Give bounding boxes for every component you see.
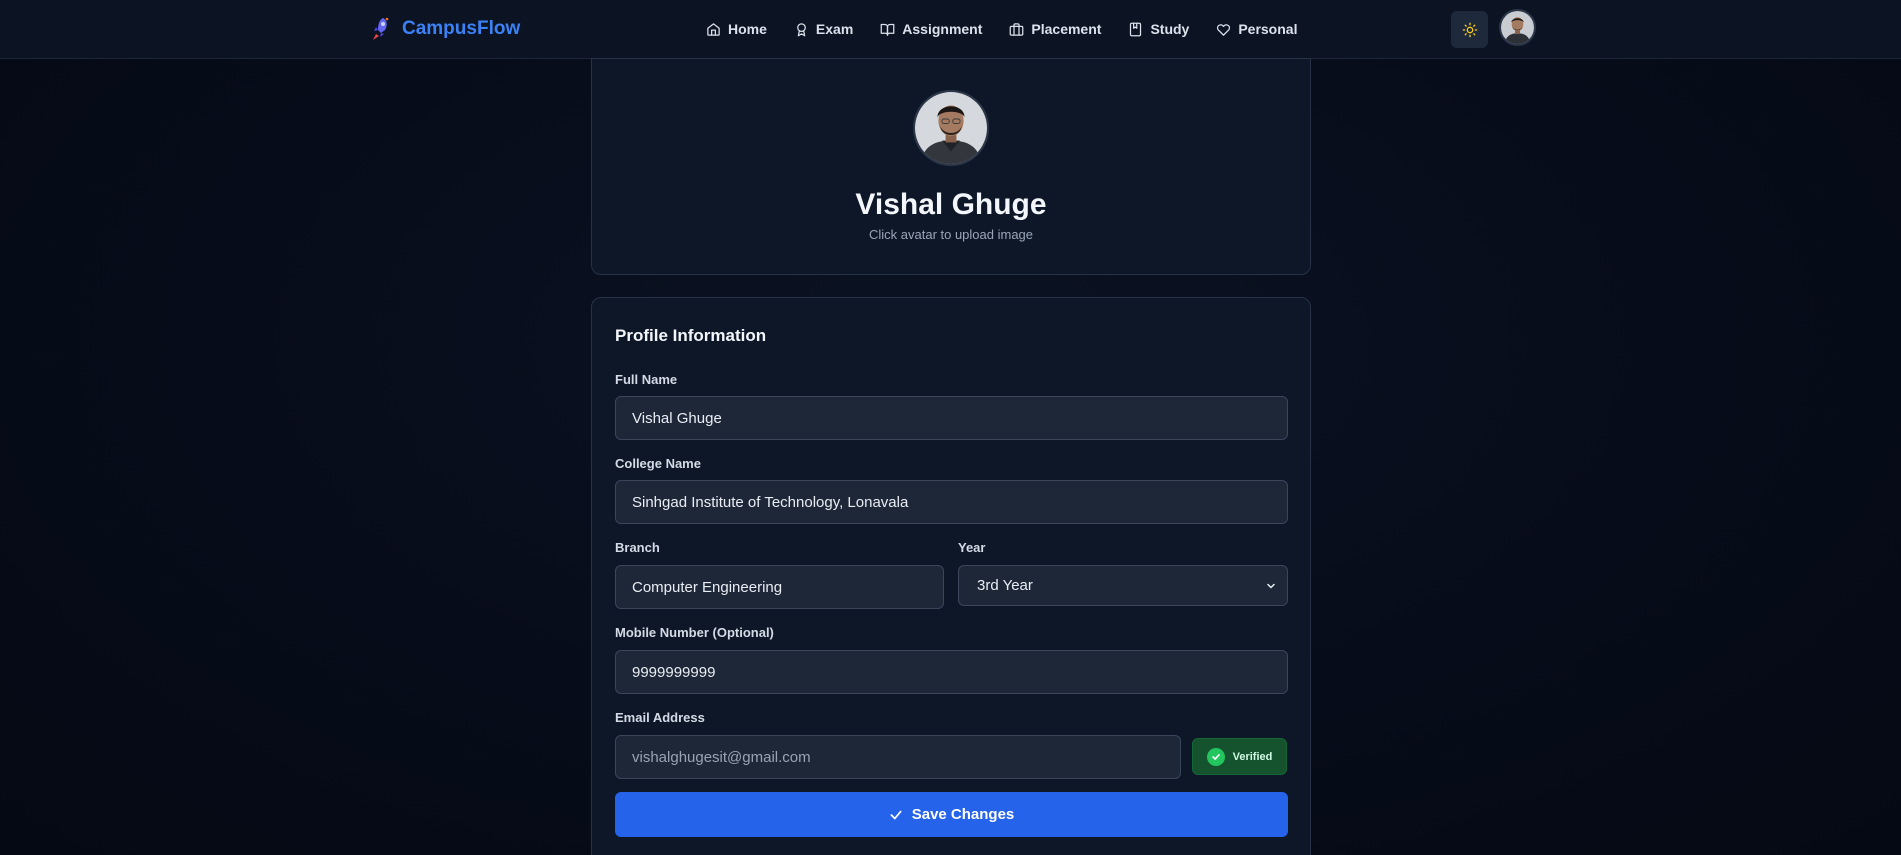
home-icon bbox=[707, 22, 720, 36]
check-icon bbox=[890, 810, 902, 819]
heart-icon bbox=[1217, 23, 1231, 36]
profile-information-card: Profile Information Full Name Vishal Ghu… bbox=[591, 297, 1311, 855]
year-value: 3rd Year bbox=[977, 577, 1033, 594]
brand-logo[interactable]: CampusFlow bbox=[370, 15, 520, 43]
profile-card: Vishal Ghuge Click avatar to upload imag… bbox=[591, 58, 1311, 275]
nav-item-label: Placement bbox=[1031, 21, 1102, 37]
nav-item-study[interactable]: Study bbox=[1128, 21, 1189, 37]
nav-item-personal[interactable]: Personal bbox=[1216, 21, 1297, 37]
mobile-label: Mobile Number (Optional) bbox=[615, 625, 774, 640]
full-name-value: Vishal Ghuge bbox=[632, 409, 722, 427]
college-name-label: College Name bbox=[615, 456, 701, 471]
nav-item-label: Assignment bbox=[902, 21, 983, 37]
book-open-icon bbox=[880, 23, 895, 36]
branch-value: Computer Engineering bbox=[632, 578, 783, 596]
verified-label: Verified bbox=[1232, 750, 1273, 763]
college-name-input[interactable]: Sinhgad Institute of Technology, Lonaval… bbox=[615, 480, 1288, 524]
user-avatar[interactable] bbox=[1499, 9, 1536, 46]
chevron-down-icon bbox=[1267, 583, 1275, 588]
full-name-input[interactable]: Vishal Ghuge bbox=[615, 396, 1288, 440]
save-changes-button[interactable]: Save Changes bbox=[615, 792, 1288, 837]
upload-hint: Click avatar to upload image bbox=[868, 227, 1034, 242]
mobile-value: 9999999999 bbox=[632, 663, 716, 681]
nav-item-label: Personal bbox=[1238, 21, 1298, 37]
top-navbar: CampusFlow Home Exam Assignment Placemen… bbox=[0, 0, 1901, 59]
branch-label: Branch bbox=[615, 540, 660, 555]
section-title: Profile Information bbox=[615, 326, 767, 345]
year-label: Year bbox=[958, 540, 986, 555]
notebook-icon bbox=[1130, 22, 1142, 36]
nav-item-home[interactable]: Home bbox=[706, 21, 767, 37]
email-label: Email Address bbox=[615, 710, 705, 725]
rocket-icon bbox=[373, 17, 389, 40]
email-value: vishalghugesit@gmail.com bbox=[632, 748, 811, 766]
nav-item-assignment[interactable]: Assignment bbox=[880, 21, 982, 37]
award-icon bbox=[797, 22, 806, 36]
year-select[interactable]: 3rd Year bbox=[958, 565, 1288, 606]
verified-badge: Verified bbox=[1192, 738, 1287, 775]
branch-input[interactable]: Computer Engineering bbox=[615, 565, 944, 609]
nav-item-label: Study bbox=[1150, 21, 1190, 37]
save-button-label: Save Changes bbox=[911, 806, 1015, 823]
nav-item-exam[interactable]: Exam bbox=[794, 21, 853, 37]
nav-item-label: Exam bbox=[815, 21, 854, 37]
avatar-image bbox=[1501, 11, 1534, 44]
briefcase-icon bbox=[1010, 22, 1024, 36]
sun-icon bbox=[1462, 22, 1477, 37]
profile-avatar-upload[interactable] bbox=[913, 90, 989, 166]
theme-toggle-button[interactable] bbox=[1451, 11, 1488, 48]
full-name-label: Full Name bbox=[615, 372, 678, 387]
brand-name: CampusFlow bbox=[402, 18, 521, 39]
nav-item-placement[interactable]: Placement bbox=[1009, 21, 1101, 37]
check-circle-icon bbox=[1206, 747, 1225, 766]
mobile-input[interactable]: 9999999999 bbox=[615, 650, 1288, 694]
nav-item-label: Home bbox=[728, 21, 767, 37]
main-nav: Home Exam Assignment Placement Study Per… bbox=[706, 18, 1297, 40]
email-input: vishalghugesit@gmail.com bbox=[615, 735, 1181, 779]
profile-name: Vishal Ghuge bbox=[855, 188, 1047, 221]
college-name-value: Sinhgad Institute of Technology, Lonaval… bbox=[632, 493, 909, 511]
avatar-image bbox=[915, 92, 987, 164]
